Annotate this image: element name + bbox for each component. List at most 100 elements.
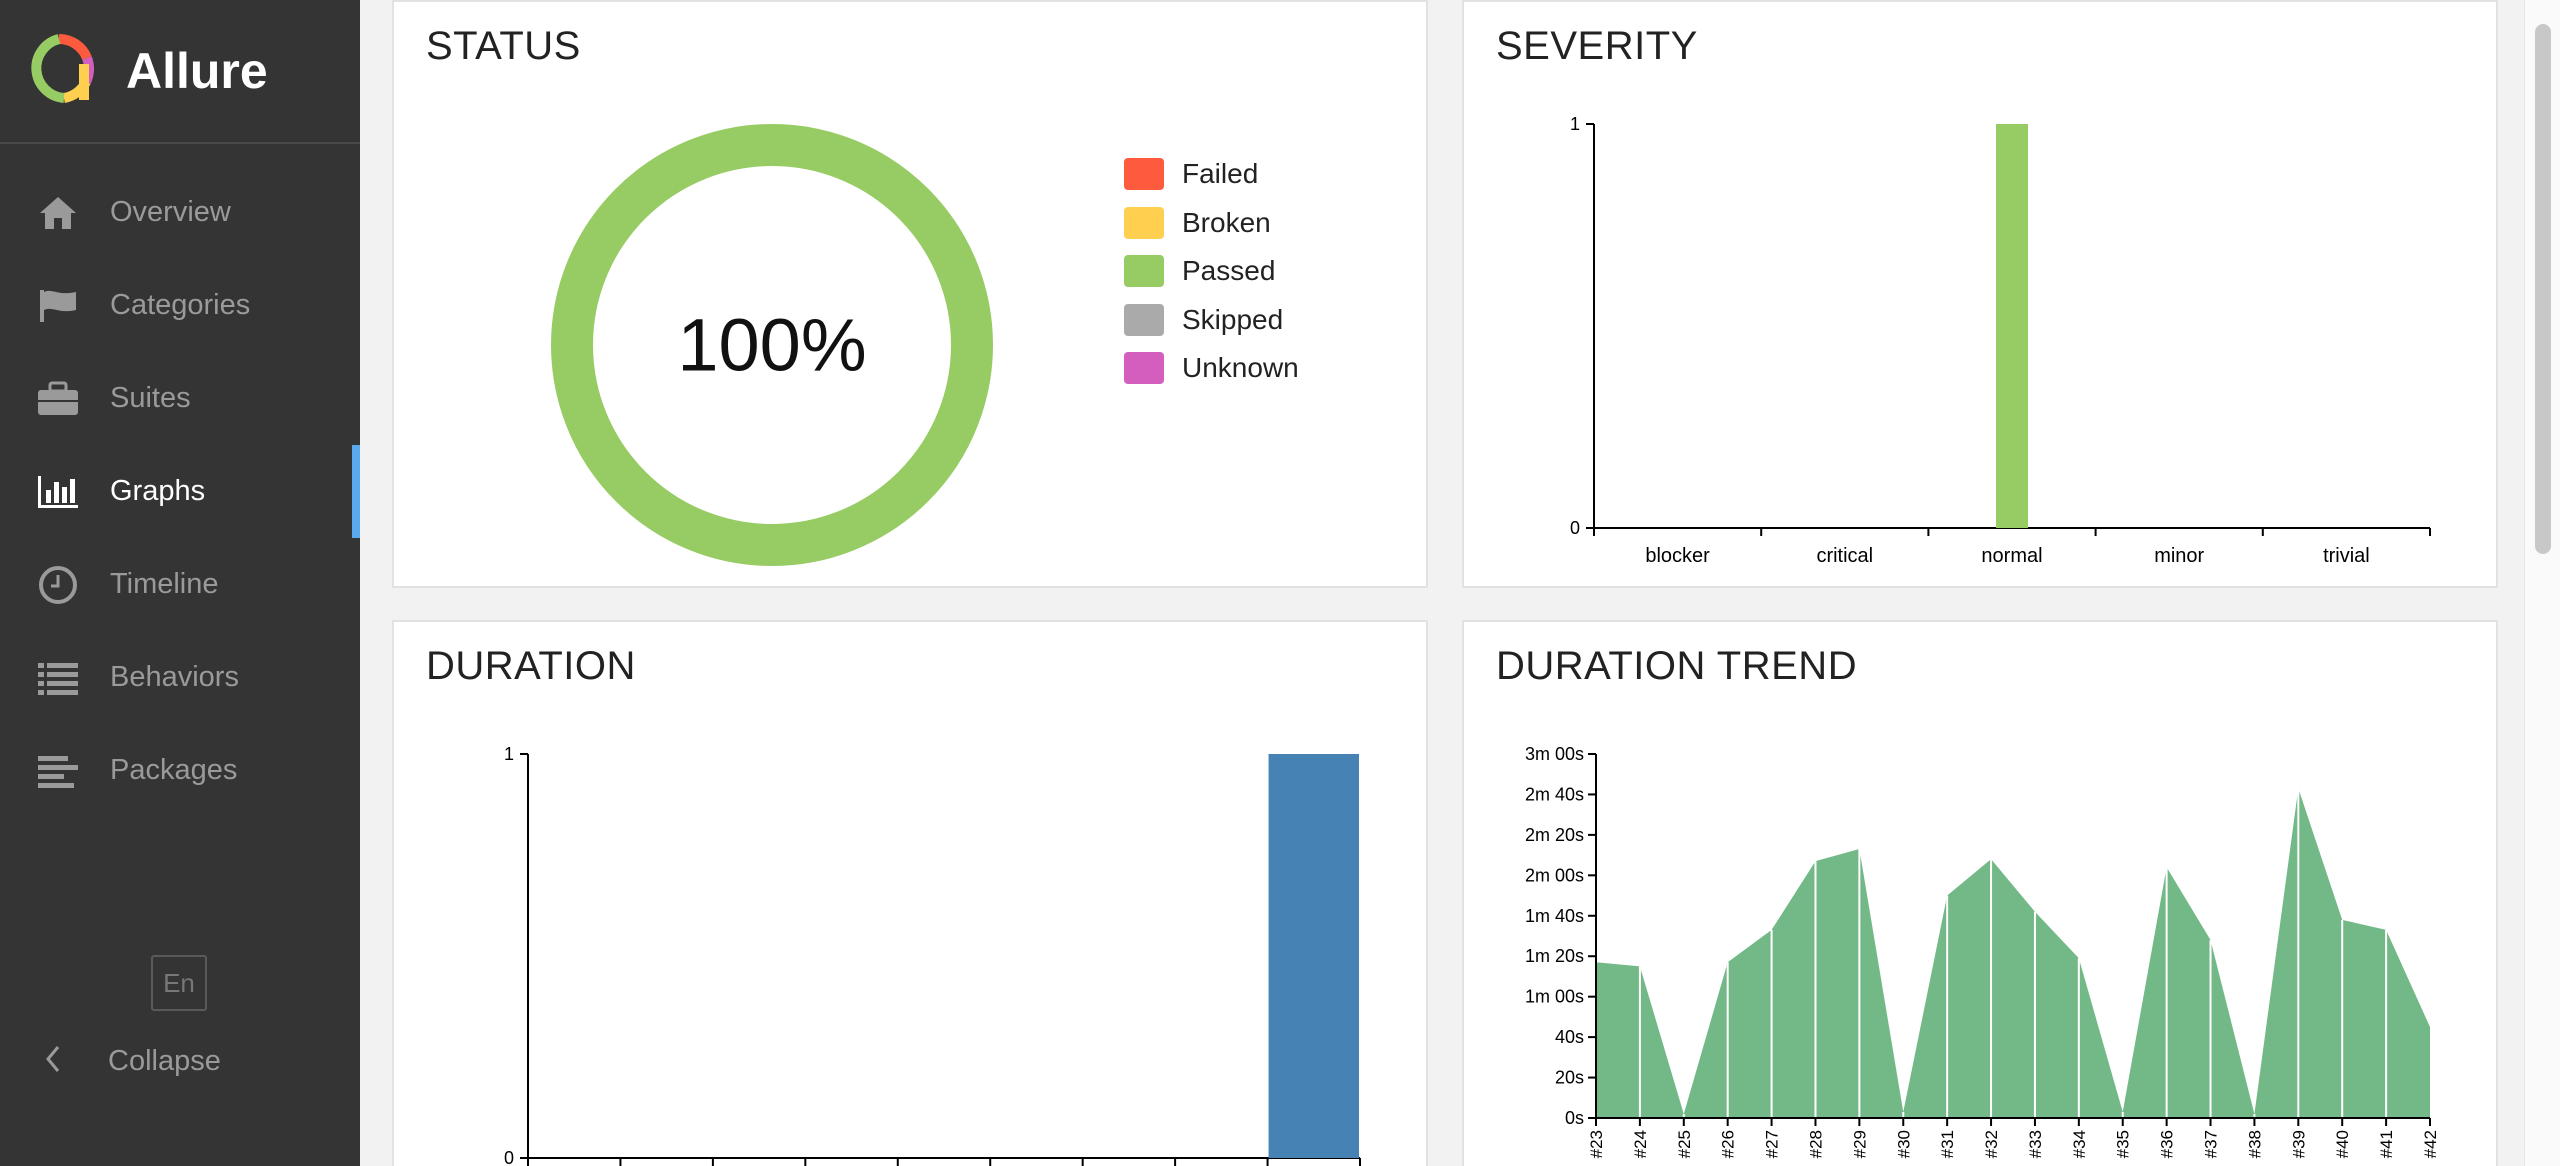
severity-bar-normal	[1996, 124, 2028, 528]
sidebar-item-suites[interactable]: Suites	[0, 352, 360, 445]
sidebar-item-graphs[interactable]: Graphs	[0, 445, 360, 538]
sidebar-item-label: Behaviors	[110, 661, 239, 693]
duration-bar	[1268, 754, 1359, 1158]
sidebar-item-label: Timeline	[110, 568, 219, 600]
graphs-content: STATUS 100% Failed Broken Passed Skipped…	[360, 0, 2524, 1166]
legend-item-unknown[interactable]: Unknown	[1124, 344, 1299, 393]
sidebar-item-label: Packages	[110, 754, 238, 786]
y-tick-label: 0s	[1565, 1108, 1584, 1128]
scrollbar-thumb[interactable]	[2535, 24, 2551, 554]
y-tick-label: 1m 00s	[1525, 987, 1584, 1007]
duration-trend-area	[1596, 788, 2430, 1118]
legend-swatch	[1124, 352, 1164, 385]
severity-widget: SEVERITY 0 1 blocker critical normal minor tri…	[1462, 0, 2498, 588]
align-left-icon	[36, 749, 80, 793]
flag-icon	[36, 284, 80, 328]
y-tick-label: 2m 00s	[1525, 865, 1584, 885]
x-tick-label: trivial	[2323, 545, 2370, 567]
legend-item-broken[interactable]: Broken	[1124, 199, 1299, 248]
x-tick-label: #37	[2202, 1130, 2221, 1158]
y-tick-label: 0	[1570, 518, 1580, 538]
y-tick-label: 2m 40s	[1525, 784, 1584, 804]
vertical-scrollbar[interactable]	[2524, 0, 2560, 1166]
chevron-left-icon	[36, 1041, 72, 1082]
status-widget: STATUS 100% Failed Broken Passed Skipped…	[392, 0, 1428, 588]
duration-trend-area-chart: 0s 20s 40s 1m 00s 1m 20s 1m 40s 2m 00s 2m 20s 2m…	[1525, 744, 2440, 1158]
x-tick-label: minor	[2154, 545, 2204, 567]
legend-item-skipped[interactable]: Skipped	[1124, 296, 1299, 345]
list-icon	[36, 656, 80, 700]
x-tick-label: #26	[1719, 1130, 1738, 1158]
sidebar-item-label: Overview	[110, 196, 231, 228]
x-tick-label: #35	[2114, 1130, 2133, 1158]
legend-label: Skipped	[1182, 303, 1284, 335]
allure-report-app: Allure Overview Categories Suites Graphs…	[0, 0, 2560, 1166]
legend-label: Unknown	[1182, 352, 1299, 384]
y-tick-label: 1	[504, 744, 514, 764]
x-tick-label: blocker	[1645, 545, 1710, 567]
y-tick-label: 3m 00s	[1525, 744, 1584, 764]
x-tick-label: #32	[1982, 1130, 2001, 1158]
legend-swatch	[1124, 206, 1164, 239]
legend-swatch	[1124, 303, 1164, 336]
x-tick-label: #40	[2333, 1130, 2352, 1158]
sidebar-item-behaviors[interactable]: Behaviors	[0, 631, 360, 724]
x-tick-label: #39	[2289, 1130, 2308, 1158]
sidebar-nav: Overview Categories Suites Graphs Timeli…	[0, 166, 360, 817]
sidebar-item-label: Graphs	[110, 475, 206, 507]
legend-label: Passed	[1182, 255, 1276, 287]
legend-item-failed[interactable]: Failed	[1124, 150, 1299, 199]
x-tick-label: #31	[1938, 1130, 1957, 1158]
sidebar-item-overview[interactable]: Overview	[0, 166, 360, 259]
y-tick-label: 1	[1570, 114, 1580, 134]
sidebar-item-label: Categories	[110, 289, 251, 321]
x-tick-label: #41	[2377, 1130, 2396, 1158]
clock-icon	[36, 563, 80, 607]
collapse-button[interactable]: Collapse	[36, 1036, 221, 1086]
y-tick-label: 20s	[1555, 1068, 1584, 1088]
duration-trend-widget: DURATION TREND 0s 20s 40s 1m 00s 1m 20s 1m 40…	[1462, 620, 2498, 1166]
allure-logo-icon	[24, 33, 95, 109]
legend-label: Broken	[1182, 206, 1271, 238]
status-legend: Failed Broken Passed Skipped Unknown	[1124, 150, 1299, 393]
sidebar-item-timeline[interactable]: Timeline	[0, 538, 360, 631]
sidebar-item-categories[interactable]: Categories	[0, 259, 360, 352]
x-tick-label: #24	[1631, 1130, 1650, 1158]
x-tick-label: #34	[2070, 1130, 2089, 1158]
legend-item-passed[interactable]: Passed	[1124, 247, 1299, 296]
x-tick-label: #23	[1587, 1130, 1606, 1158]
x-tick-label: #25	[1675, 1130, 1694, 1158]
legend-swatch	[1124, 158, 1164, 191]
y-tick-label: 2m 20s	[1525, 825, 1584, 845]
y-tick-label: 40s	[1555, 1027, 1584, 1047]
x-tick-label: #33	[2026, 1130, 2045, 1158]
x-tick-label: #29	[1850, 1130, 1869, 1158]
x-tick-label: normal	[1981, 545, 2042, 567]
home-icon	[36, 191, 80, 235]
sidebar-item-packages[interactable]: Packages	[0, 724, 360, 817]
language-button[interactable]: En	[151, 955, 207, 1011]
x-tick-label: #38	[2245, 1130, 2264, 1158]
duration-histogram: 01	[504, 744, 1361, 1166]
brand[interactable]: Allure	[0, 0, 360, 144]
x-tick-label: #42	[2421, 1130, 2440, 1158]
app-title: Allure	[126, 43, 268, 99]
severity-bar-chart: 0 1 blocker critical normal minor trivial	[1570, 114, 2431, 567]
y-tick-label: 0	[504, 1148, 514, 1166]
x-tick-label: #30	[1894, 1130, 1913, 1158]
x-tick-label: #36	[2158, 1130, 2177, 1158]
sidebar: Allure Overview Categories Suites Graphs…	[0, 0, 360, 1166]
x-tick-label: critical	[1816, 545, 1873, 567]
legend-swatch	[1124, 255, 1164, 288]
collapse-label: Collapse	[108, 1044, 221, 1077]
x-tick-label: #27	[1763, 1130, 1782, 1158]
duration-widget: DURATION 01	[392, 620, 1428, 1166]
status-percent: 100%	[677, 304, 866, 387]
bar-chart-icon	[36, 470, 80, 514]
sidebar-item-label: Suites	[110, 382, 191, 414]
x-tick-label: #28	[1806, 1130, 1825, 1158]
y-tick-label: 1m 20s	[1525, 946, 1584, 966]
legend-label: Failed	[1182, 158, 1259, 190]
briefcase-icon	[36, 377, 80, 421]
y-tick-label: 1m 40s	[1525, 906, 1584, 926]
